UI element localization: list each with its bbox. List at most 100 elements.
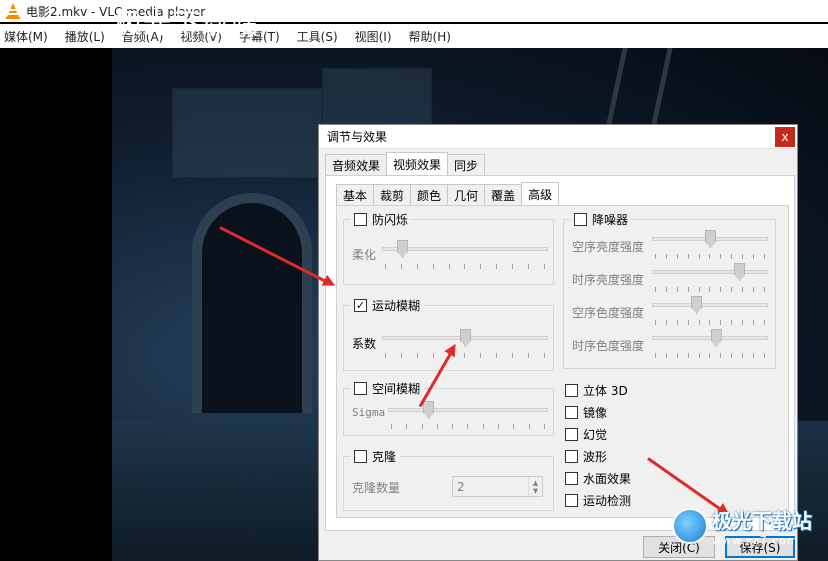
subtab-overlay[interactable]: 覆盖 [484, 184, 523, 205]
denoise-slider-track [652, 270, 768, 274]
factor-slider-thumb[interactable] [460, 329, 471, 347]
denoise-slider-thumb[interactable] [710, 329, 722, 347]
video-effects-panel: 基本 裁剪 颜色 几何 覆盖 高级 防闪烁 柔化 ✓ 运动模糊 系数 空间模糊 … [325, 175, 795, 531]
slider-tick [400, 353, 402, 358]
spatial-blur-checkbox[interactable] [354, 382, 367, 395]
menu-media[interactable]: 媒体(M) [0, 28, 53, 45]
slider-tick [720, 254, 722, 259]
deflicker-checkbox[interactable] [354, 213, 367, 226]
subtab-advanced[interactable]: 高级 [521, 182, 560, 205]
logo-main-text: 极光下载站 [712, 509, 812, 533]
slider-tick [416, 264, 418, 269]
soften-slider-thumb[interactable] [396, 240, 408, 258]
motion-blur-label: 运动模糊 [372, 299, 421, 313]
slider-tick [731, 353, 733, 358]
slider-tick [496, 264, 498, 269]
mirror-checkbox[interactable] [565, 406, 578, 419]
denoise-slider-thumb[interactable] [705, 230, 716, 248]
denoise-slider-track [652, 303, 768, 307]
clone-group: 克隆 克隆数量 2 ▲ ▼ [343, 448, 554, 511]
water-checkbox[interactable] [565, 472, 578, 485]
spatial-luma-label: 空序亮度强度 [572, 240, 645, 254]
option-water[interactable]: 水面效果 [565, 470, 631, 487]
slider-tick [687, 287, 689, 292]
slider-tick [543, 264, 545, 269]
site-logo-watermark: 极光下载站 www.xz7.com [672, 505, 812, 547]
slider-tick [665, 353, 667, 358]
adjustments-dialog: 调节与效果 x 音频效果 视频效果 同步 基本 裁剪 颜色 几何 覆盖 高级 防… [318, 124, 798, 561]
clone-count-value: 2 [457, 479, 465, 494]
denoise-ticks [655, 320, 765, 326]
slider-tick [482, 424, 484, 429]
slider-tick [742, 353, 744, 358]
slider-tick [720, 287, 722, 292]
sigma-slider-thumb[interactable] [423, 401, 434, 419]
deflicker-header: 防闪烁 [350, 211, 413, 228]
slider-tick [528, 264, 530, 269]
slider-tick [731, 287, 733, 292]
chevron-down-icon[interactable]: ▼ [533, 487, 538, 495]
subtab-basic[interactable]: 基本 [336, 184, 375, 205]
option-motion-detect[interactable]: 运动检测 [565, 492, 631, 509]
option-psychedelic[interactable]: 幻觉 [565, 426, 607, 443]
spatial-chroma-label: 空序色度强度 [572, 306, 645, 320]
motion-blur-group: ✓ 运动模糊 系数 [343, 297, 554, 371]
wall-stone [322, 68, 432, 128]
close-icon[interactable]: x [775, 126, 795, 147]
slider-tick [665, 287, 667, 292]
chevron-up-icon[interactable]: ▲ [533, 479, 538, 487]
subtab-color[interactable]: 颜色 [410, 184, 449, 205]
clone-checkbox[interactable] [354, 450, 367, 463]
denoiser-checkbox[interactable] [574, 213, 587, 226]
slider-tick [421, 424, 423, 429]
motion-detect-checkbox[interactable] [565, 494, 578, 507]
slider-tick [432, 264, 434, 269]
water-label: 水面效果 [583, 472, 632, 486]
slider-tick [753, 320, 755, 325]
option-mirror[interactable]: 镜像 [565, 404, 607, 421]
slider-tick [464, 353, 466, 358]
motion-blur-header: ✓ 运动模糊 [350, 297, 425, 314]
tab-sync[interactable]: 同步 [447, 154, 486, 175]
denoise-slider-thumb[interactable] [734, 263, 745, 281]
slider-tick [512, 353, 514, 358]
subtab-crop[interactable]: 裁剪 [373, 184, 412, 205]
clone-count-spinbox[interactable]: 2 ▲ ▼ [452, 476, 543, 497]
slider-tick [763, 320, 765, 325]
slider-tick [655, 353, 656, 358]
psychedelic-checkbox[interactable] [565, 428, 578, 441]
wall-stone [172, 88, 322, 178]
wave-checkbox[interactable] [565, 450, 578, 463]
menu-view[interactable]: 视图(I) [351, 28, 397, 45]
slider-tick [698, 254, 700, 259]
deflicker-group: 防闪烁 柔化 [343, 211, 554, 285]
tab-audio-effects[interactable]: 音频效果 [325, 154, 388, 175]
slider-tick [467, 424, 469, 429]
tab-video-effects[interactable]: 视频效果 [386, 152, 449, 175]
denoiser-group: 降噪器 空序亮度强度 时序亮度强度 空序色度强度 时序色度强度 [563, 211, 776, 369]
slider-tick [400, 264, 402, 269]
spatial-blur-group: 空间模糊 Sigma [343, 380, 554, 436]
option-wave[interactable]: 波形 [565, 448, 607, 465]
slider-tick [753, 287, 755, 292]
denoise-slider-thumb[interactable] [691, 296, 703, 314]
video-overlay-text: 极光下载站 [114, 7, 260, 40]
slider-tick [448, 264, 450, 269]
stereo-3d-checkbox[interactable] [565, 384, 578, 397]
logo-icon [672, 508, 708, 544]
menu-tools[interactable]: 工具(S) [293, 28, 343, 45]
clone-count-label: 克隆数量 [352, 481, 401, 495]
slider-tick [687, 353, 689, 358]
menu-playback[interactable]: 播放(L) [61, 28, 110, 45]
slider-tick [698, 353, 700, 358]
spin-buttons[interactable]: ▲ ▼ [528, 477, 542, 496]
slider-tick [687, 320, 689, 325]
sigma-slider-track [388, 408, 548, 412]
menu-help[interactable]: 帮助(H) [405, 28, 456, 45]
motion-blur-checkbox[interactable]: ✓ [354, 299, 367, 312]
subtab-geometry[interactable]: 几何 [447, 184, 486, 205]
vlc-cone-icon [6, 3, 20, 19]
option-3d[interactable]: 立体 3D [565, 382, 628, 399]
slider-tick [665, 320, 667, 325]
slider-tick [480, 353, 482, 358]
